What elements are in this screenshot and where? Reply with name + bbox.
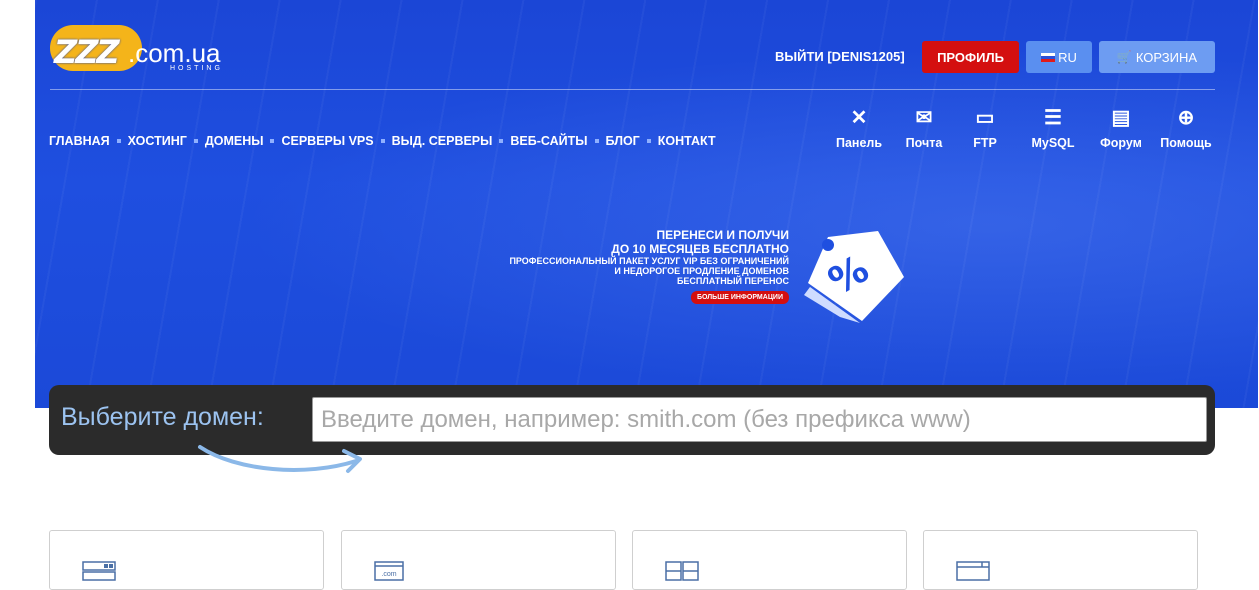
service-card-server[interactable] [49, 530, 324, 590]
nav-separator [116, 139, 121, 143]
nav-separator [499, 139, 504, 143]
main-nav: ГЛАВНАЯ ХОСТИНГ ДОМЕНЫ СЕРВЕРЫ VPS ВЫД. … [49, 134, 716, 148]
promo-line-1: ПЕРЕНЕСИ И ПОЛУЧИ [656, 228, 790, 242]
service-card-windows[interactable] [632, 530, 907, 590]
tool-label: MySQL [1031, 136, 1075, 150]
profile-button-label: ПРОФИЛЬ [937, 49, 1004, 65]
domain-search-label: Выберите домен: [61, 403, 264, 431]
ftp-folder-icon: ▭ [975, 107, 995, 129]
more-info-button[interactable]: БОЛЬШЕ ИНФОРМАЦИИ [690, 291, 789, 304]
promo-line-3: ПРОФЕССИОНАЛЬНЫЙ ПАКЕТ УСЛУГ VIP БЕЗ ОГР… [509, 256, 789, 266]
domain-com-label: .com [381, 571, 396, 578]
site-logo[interactable]: ZZZ .com.ua HOSTING [50, 25, 230, 75]
promo-line-2: ДО 10 МЕСЯЦЕВ БЕСПЛАТНО [611, 242, 789, 256]
domain-search-input[interactable] [312, 397, 1207, 442]
nav-separator [193, 139, 198, 143]
cart-label: КОРЗИНА [1135, 49, 1198, 65]
browser-window-icon [956, 561, 990, 581]
tool-label: Панель [835, 136, 883, 150]
server-icon [82, 561, 116, 581]
forum-icon: ▤ [1111, 107, 1131, 129]
tool-label: Помощь [1160, 136, 1212, 150]
tool-panel[interactable]: ✕ Панель [824, 106, 894, 150]
lifebuoy-icon: ⊕ [1177, 107, 1195, 129]
cart-icon: 🛒 [1116, 50, 1132, 64]
windows-icon [665, 561, 699, 581]
mail-icon: ✉ [915, 107, 933, 129]
cart-button[interactable]: 🛒 КОРЗИНА [1099, 41, 1215, 73]
nav-item-home[interactable]: ГЛАВНАЯ [49, 134, 110, 148]
nav-item-hosting[interactable]: ХОСТИНГ [128, 134, 187, 148]
nav-separator [594, 139, 599, 143]
language-label: RU [1058, 49, 1077, 65]
flag-icon [1041, 52, 1056, 62]
service-card-domain[interactable]: .com [341, 530, 616, 590]
language-button[interactable]: RU [1026, 41, 1092, 73]
service-card-website[interactable] [923, 530, 1198, 590]
profile-button[interactable]: ПРОФИЛЬ [922, 41, 1019, 73]
logo-subtitle: HOSTING [170, 65, 223, 72]
tool-label: Форум [1100, 136, 1142, 150]
tool-help[interactable]: ⊕ Помощь [1151, 106, 1221, 150]
nav-item-websites[interactable]: ВЕБ-САЙТЫ [510, 134, 587, 148]
nav-separator [646, 139, 651, 143]
domain-com-icon: .com [374, 561, 404, 581]
tool-label: Почта [905, 136, 943, 150]
nav-item-contact[interactable]: КОНТАКТ [658, 134, 716, 148]
tool-forum[interactable]: ▤ Форум [1086, 106, 1156, 150]
tool-ftp[interactable]: ▭ FTP [950, 106, 1020, 150]
nav-item-dedicated[interactable]: ВЫД. СЕРВЕРЫ [392, 134, 493, 148]
database-icon: ☰ [1044, 107, 1062, 129]
nav-item-blog[interactable]: БЛОГ [606, 134, 640, 148]
discount-tag-icon: % [804, 231, 904, 323]
nav-item-vps[interactable]: СЕРВЕРЫ VPS [281, 134, 373, 148]
nav-item-domains[interactable]: ДОМЕНЫ [205, 134, 264, 148]
promo-line-5: БЕСПЛАТНЫЙ ПЕРЕНОС [676, 276, 789, 286]
tool-mysql[interactable]: ☰ MySQL [1018, 106, 1088, 150]
logo-mark: ZZZ [54, 33, 120, 71]
tools-icon: ✕ [850, 107, 868, 129]
tool-mail[interactable]: ✉ Почта [889, 106, 959, 150]
nav-separator [270, 139, 275, 143]
tool-label: FTP [973, 136, 997, 150]
curved-arrow-icon [198, 445, 362, 473]
logout-link[interactable]: ВЫЙТИ [DENIS1205] [775, 49, 905, 64]
header-divider [50, 89, 1215, 90]
nav-separator [380, 139, 385, 143]
promo-line-4: И НЕДОРОГОЕ ПРОДЛЕНИЕ ДОМЕНОВ [614, 266, 789, 276]
promo-block: ПЕРЕНЕСИ И ПОЛУЧИ ДО 10 МЕСЯЦЕВ БЕСПЛАТН… [509, 228, 789, 304]
